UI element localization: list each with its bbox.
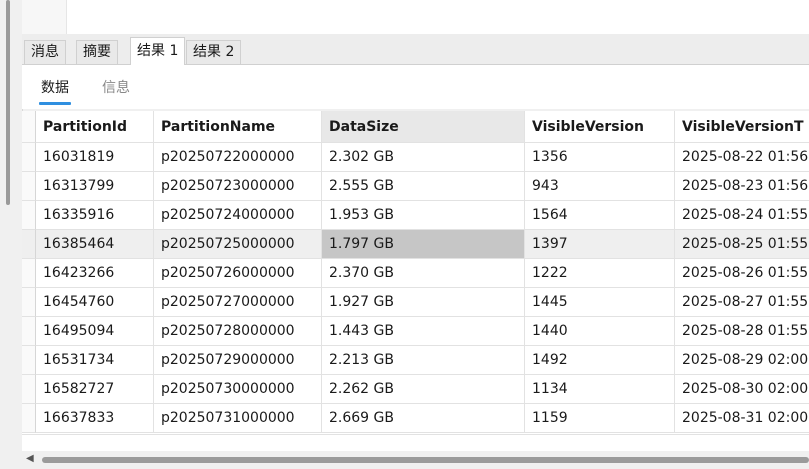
horizontal-scrollbar[interactable]: ◀ (22, 451, 809, 469)
sub-tab-bar: 数据 信息 (22, 65, 809, 109)
cell-visibleversiontime[interactable]: 2025-08-31 02:00 (675, 404, 809, 433)
cell-partitionid[interactable]: 16454760 (36, 288, 154, 317)
table-row[interactable]: 16454760 p20250727000000 1.927 GB 1445 2025-… (22, 288, 809, 317)
cell-visibleversiontime[interactable]: 2025-08-29 02:00 (675, 346, 809, 375)
cell-datasize[interactable]: 2.262 GB (322, 375, 525, 404)
cell-partitionid[interactable]: 16313799 (36, 172, 154, 201)
column-header-partitionid[interactable]: PartitionId (36, 111, 154, 143)
cell-visibleversion[interactable]: 943 (525, 172, 675, 201)
column-header-visibleversion[interactable]: VisibleVersion (525, 111, 675, 143)
table-row[interactable]: 16495094 p20250728000000 1.443 GB 1440 2025-… (22, 317, 809, 346)
cell-visibleversion[interactable]: 1564 (525, 201, 675, 230)
cell-visibleversiontime[interactable]: 2025-08-28 01:55 (675, 317, 809, 346)
row-indicator[interactable] (22, 375, 36, 404)
column-header-visibleversiontime[interactable]: VisibleVersionT (675, 111, 809, 143)
table-row[interactable]: 16313799 p20250723000000 2.555 GB 943 2025-0… (22, 172, 809, 201)
cell-visibleversion[interactable]: 1445 (525, 288, 675, 317)
table-row[interactable]: 16385464 p20250725000000 1.797 GB 1397 2025-… (22, 230, 809, 259)
sub-tab-data[interactable]: 数据 (39, 77, 71, 105)
cell-visibleversion[interactable]: 1134 (525, 375, 675, 404)
table-row[interactable]: 16335916 p20250724000000 1.953 GB 1564 2025-… (22, 201, 809, 230)
cell-partitionname[interactable]: p20250727000000 (154, 288, 322, 317)
cell-partitionid[interactable]: 16385464 (36, 230, 154, 259)
cell-visibleversion[interactable]: 1159 (525, 404, 675, 433)
cell-visibleversion[interactable]: 1492 (525, 346, 675, 375)
cell-visibleversiontime[interactable]: 2025-08-30 02:00 (675, 375, 809, 404)
cell-datasize[interactable]: 2.302 GB (322, 143, 525, 172)
cell-partitionid[interactable]: 16495094 (36, 317, 154, 346)
left-panel-strip (0, 0, 23, 469)
cell-partitionid[interactable]: 16031819 (36, 143, 154, 172)
tab-summary[interactable]: 摘要 (76, 40, 118, 64)
table-row[interactable]: 16637833 p20250731000000 2.669 GB 1159 2025-… (22, 404, 809, 433)
cell-visibleversion[interactable]: 1397 (525, 230, 675, 259)
column-header-partitionname[interactable]: PartitionName (154, 111, 322, 143)
row-indicator[interactable] (22, 288, 36, 317)
tab-messages[interactable]: 消息 (24, 40, 66, 64)
column-header-datasize[interactable]: DataSize (322, 111, 525, 143)
cell-partitionname[interactable]: p20250724000000 (154, 201, 322, 230)
cell-partitionname[interactable]: p20250729000000 (154, 346, 322, 375)
query-editor-area[interactable] (22, 0, 809, 34)
editor-gutter (22, 0, 67, 34)
row-indicator[interactable] (22, 346, 36, 375)
horizontal-scrollbar-thumb[interactable] (42, 457, 809, 463)
cell-visibleversiontime[interactable]: 2025-08-23 01:56 (675, 172, 809, 201)
cell-partitionid[interactable]: 16423266 (36, 259, 154, 288)
row-indicator[interactable] (22, 201, 36, 230)
cell-visibleversiontime[interactable]: 2025-08-25 01:55 (675, 230, 809, 259)
row-indicator[interactable] (22, 404, 36, 433)
cell-partitionid[interactable]: 16582727 (36, 375, 154, 404)
grid-bottom-area (22, 434, 809, 452)
cell-partitionname[interactable]: p20250725000000 (154, 230, 322, 259)
cell-visibleversiontime[interactable]: 2025-08-22 01:56 (675, 143, 809, 172)
cell-partitionname[interactable]: p20250723000000 (154, 172, 322, 201)
cell-partitionid[interactable]: 16637833 (36, 404, 154, 433)
sub-tab-info[interactable]: 信息 (102, 77, 130, 97)
row-indicator[interactable] (22, 230, 36, 259)
cell-datasize[interactable]: 1.953 GB (322, 201, 525, 230)
cell-visibleversiontime[interactable]: 2025-08-27 01:55 (675, 288, 809, 317)
cell-partitionname[interactable]: p20250726000000 (154, 259, 322, 288)
cell-datasize[interactable]: 2.213 GB (322, 346, 525, 375)
cell-datasize[interactable]: 1.443 GB (322, 317, 525, 346)
row-indicator[interactable] (22, 143, 36, 172)
cell-partitionname[interactable]: p20250730000000 (154, 375, 322, 404)
tab-result-1[interactable]: 结果 1 (130, 37, 186, 65)
cell-visibleversiontime[interactable]: 2025-08-24 01:55 (675, 201, 809, 230)
table-row[interactable]: 16423266 p20250726000000 2.370 GB 1222 2025-… (22, 259, 809, 288)
row-indicator-header (22, 111, 36, 143)
cell-partitionid[interactable]: 16335916 (36, 201, 154, 230)
cell-partitionname[interactable]: p20250731000000 (154, 404, 322, 433)
result-data-grid: PartitionId PartitionName DataSize Visib… (22, 111, 809, 434)
table-row[interactable]: 16582727 p20250730000000 2.262 GB 1134 2025-… (22, 375, 809, 404)
table-row[interactable]: 16531734 p20250729000000 2.213 GB 1492 2025-… (22, 346, 809, 375)
cell-datasize[interactable]: 2.555 GB (322, 172, 525, 201)
table-row[interactable]: 16031819 p20250722000000 2.302 GB 1356 2025-… (22, 143, 809, 172)
triangle-left-icon[interactable]: ◀ (26, 453, 34, 464)
cell-visibleversiontime[interactable]: 2025-08-26 01:55 (675, 259, 809, 288)
cell-datasize[interactable]: 1.927 GB (322, 288, 525, 317)
cell-partitionname[interactable]: p20250722000000 (154, 143, 322, 172)
cell-visibleversion[interactable]: 1440 (525, 317, 675, 346)
vertical-scrollbar-thumb[interactable] (6, 0, 10, 205)
cell-datasize[interactable]: 2.669 GB (322, 404, 525, 433)
cell-partitionname[interactable]: p20250728000000 (154, 317, 322, 346)
result-tab-bar: 消息 摘要 结果 1 结果 2 (22, 34, 809, 65)
table-header-row: PartitionId PartitionName DataSize Visib… (22, 111, 809, 143)
row-indicator[interactable] (22, 317, 36, 346)
cell-visibleversion[interactable]: 1222 (525, 259, 675, 288)
cell-datasize[interactable]: 2.370 GB (322, 259, 525, 288)
cell-datasize[interactable]: 1.797 GB (322, 230, 525, 259)
cell-visibleversion[interactable]: 1356 (525, 143, 675, 172)
tab-result-2[interactable]: 结果 2 (186, 40, 242, 64)
row-indicator[interactable] (22, 259, 36, 288)
cell-partitionid[interactable]: 16531734 (36, 346, 154, 375)
row-indicator[interactable] (22, 172, 36, 201)
